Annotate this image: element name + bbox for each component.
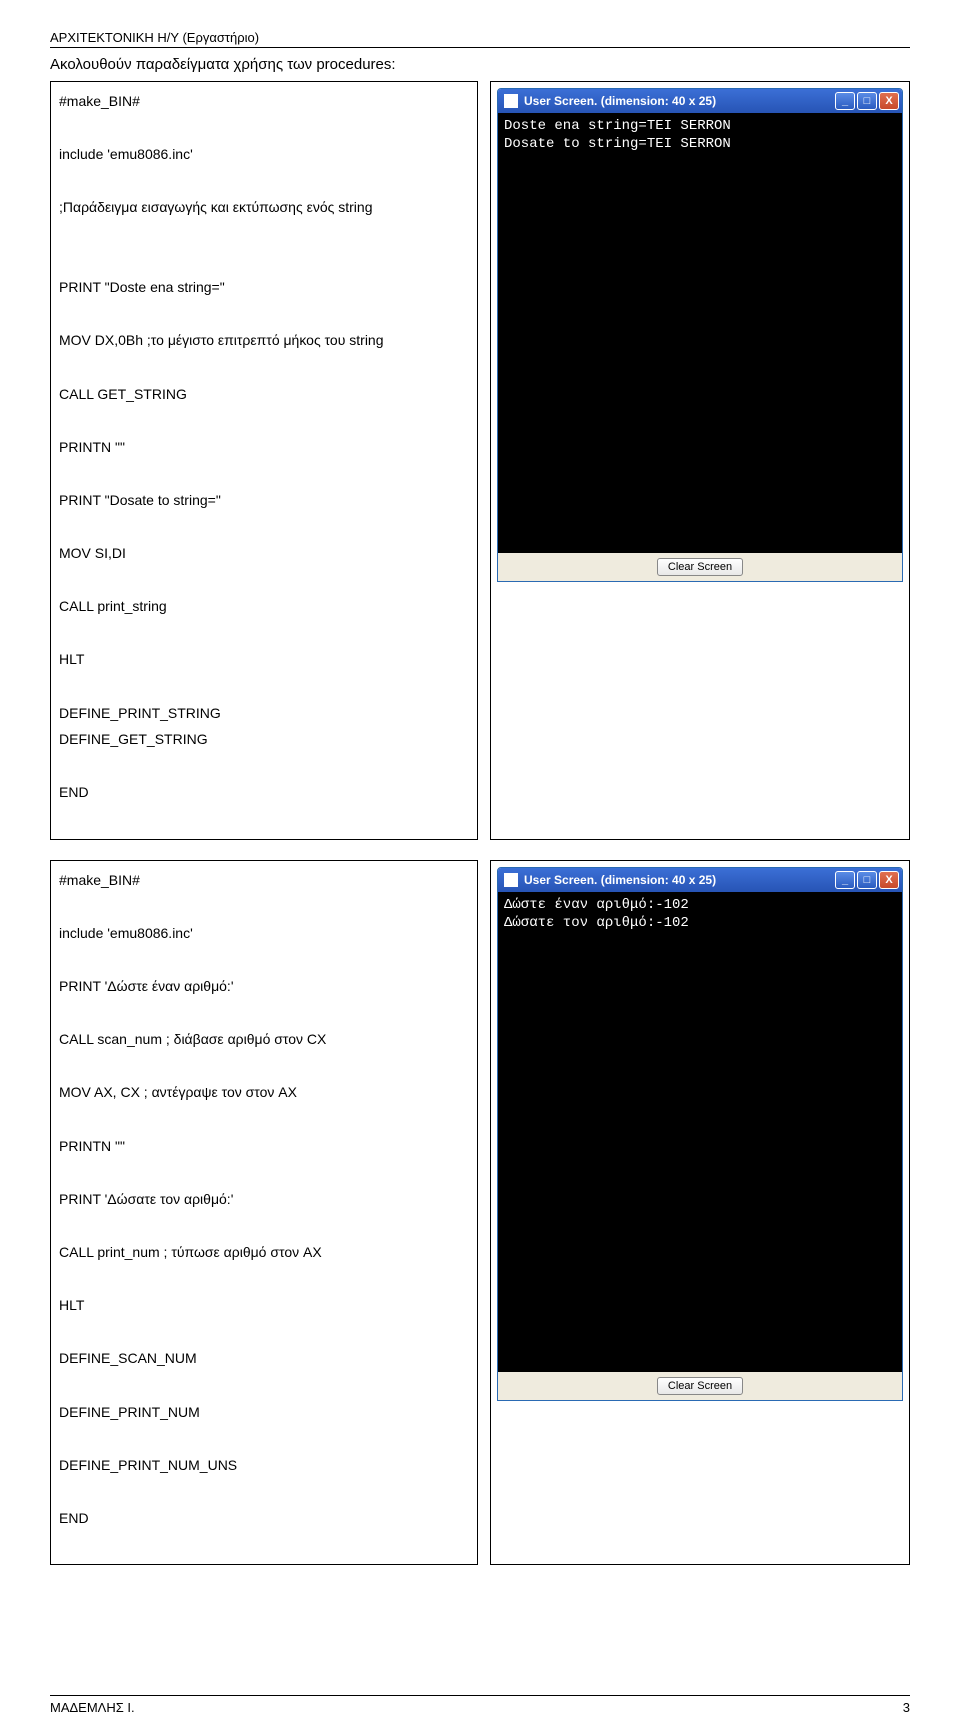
code-line [59, 673, 469, 700]
code-block-1: #make_BIN# include 'emu8086.inc' ;Παράδε… [50, 81, 478, 840]
code-line: DEFINE_PRINT_STRING [59, 700, 469, 727]
code-line [59, 1319, 469, 1346]
code-line [59, 1000, 469, 1027]
window-title: User Screen. (dimension: 40 x 25) [524, 94, 716, 108]
window-titlebar: User Screen. (dimension: 40 x 25) _ □ X [498, 868, 902, 892]
code-line: include 'emu8086.inc' [59, 920, 469, 947]
code-line [59, 946, 469, 973]
top-rule [50, 47, 910, 48]
code-line: #make_BIN# [59, 867, 469, 894]
code-line: PRINT 'Δώστε έναν αριθμό:' [59, 973, 469, 1000]
emulator-window-2: User Screen. (dimension: 40 x 25) _ □ X … [497, 867, 903, 1401]
clear-screen-button[interactable]: Clear Screen [657, 1377, 743, 1395]
example-2: #make_BIN# include 'emu8086.inc' PRINT '… [50, 860, 910, 1565]
code-line [59, 248, 469, 275]
code-line: END [59, 1505, 469, 1532]
close-button[interactable]: X [879, 871, 899, 889]
code-line: DEFINE_PRINT_NUM [59, 1399, 469, 1426]
bottom-rule [50, 1695, 910, 1696]
maximize-button[interactable]: □ [857, 92, 877, 110]
code-line: ;Παράδειγμα εισαγωγής και εκτύπωσης ενός… [59, 194, 469, 221]
code-line [59, 115, 469, 142]
code-line: PRINT "Doste ena string=" [59, 274, 469, 301]
code-line [59, 806, 469, 833]
minimize-button[interactable]: _ [835, 92, 855, 110]
code-line: END [59, 779, 469, 806]
code-line: MOV AX, CX ; αντέγραψε τον στον AX [59, 1079, 469, 1106]
code-line: DEFINE_PRINT_NUM_UNS [59, 1452, 469, 1479]
close-button[interactable]: X [879, 92, 899, 110]
code-line: HLT [59, 1292, 469, 1319]
code-line: CALL scan_num ; διάβασε αριθμό στον CX [59, 1026, 469, 1053]
code-line [59, 1425, 469, 1452]
code-line: #make_BIN# [59, 88, 469, 115]
code-line: PRINT 'Δώσατε τον αριθμό:' [59, 1186, 469, 1213]
screenshot-1: User Screen. (dimension: 40 x 25) _ □ X … [490, 81, 910, 840]
emulator-window-1: User Screen. (dimension: 40 x 25) _ □ X … [497, 88, 903, 582]
code-line: CALL GET_STRING [59, 381, 469, 408]
code-line [59, 1266, 469, 1293]
code-line [59, 221, 469, 248]
code-line: DEFINE_GET_STRING [59, 726, 469, 753]
code-line [59, 1531, 469, 1558]
terminal-output: Δώστε έναν αριθμό:-102 Δώσατε τον αριθμό… [498, 892, 902, 1372]
window-toolbar: Clear Screen [498, 553, 902, 581]
page-number: 3 [903, 1700, 910, 1715]
code-line [59, 407, 469, 434]
code-line [59, 354, 469, 381]
code-line [59, 1053, 469, 1080]
code-line: PRINTN "" [59, 434, 469, 461]
terminal-output: Doste ena string=TEI SERRON Dosate to st… [498, 113, 902, 553]
code-line [59, 1372, 469, 1399]
minimize-button[interactable]: _ [835, 871, 855, 889]
code-line: MOV DX,0Bh ;το μέγιστο επιτρεπτό μήκος τ… [59, 327, 469, 354]
code-line [59, 301, 469, 328]
code-line [59, 1478, 469, 1505]
clear-screen-button[interactable]: Clear Screen [657, 558, 743, 576]
code-line [59, 1212, 469, 1239]
window-title: User Screen. (dimension: 40 x 25) [524, 873, 716, 887]
code-line: include 'emu8086.inc' [59, 141, 469, 168]
code-line: CALL print_num ; τύπωσε αριθμό στον AX [59, 1239, 469, 1266]
code-line [59, 460, 469, 487]
code-line: PRINT "Dosate to string=" [59, 487, 469, 514]
code-line: MOV SI,DI [59, 540, 469, 567]
intro-text: Ακολουθούν παραδείγματα χρήσης των proce… [50, 56, 910, 73]
footer-author: ΜΑΔΕΜΛΗΣ Ι. [50, 1700, 135, 1715]
code-line [59, 1106, 469, 1133]
code-line: CALL print_string [59, 593, 469, 620]
code-line [59, 1159, 469, 1186]
code-line [59, 620, 469, 647]
code-block-2: #make_BIN# include 'emu8086.inc' PRINT '… [50, 860, 478, 1565]
example-1: #make_BIN# include 'emu8086.inc' ;Παράδε… [50, 81, 910, 840]
code-line [59, 168, 469, 195]
code-line: HLT [59, 646, 469, 673]
window-toolbar: Clear Screen [498, 1372, 902, 1400]
app-icon [504, 94, 518, 108]
code-line [59, 893, 469, 920]
code-line [59, 567, 469, 594]
code-line [59, 514, 469, 541]
app-icon [504, 873, 518, 887]
code-line: DEFINE_SCAN_NUM [59, 1345, 469, 1372]
code-line: PRINTN "" [59, 1133, 469, 1160]
window-titlebar: User Screen. (dimension: 40 x 25) _ □ X [498, 89, 902, 113]
screenshot-2: User Screen. (dimension: 40 x 25) _ □ X … [490, 860, 910, 1565]
page-header: ΑΡΧΙΤΕΚΤΟΝΙΚΗ Η/Υ (Εργαστήριο) [50, 30, 910, 45]
code-line [59, 753, 469, 780]
maximize-button[interactable]: □ [857, 871, 877, 889]
